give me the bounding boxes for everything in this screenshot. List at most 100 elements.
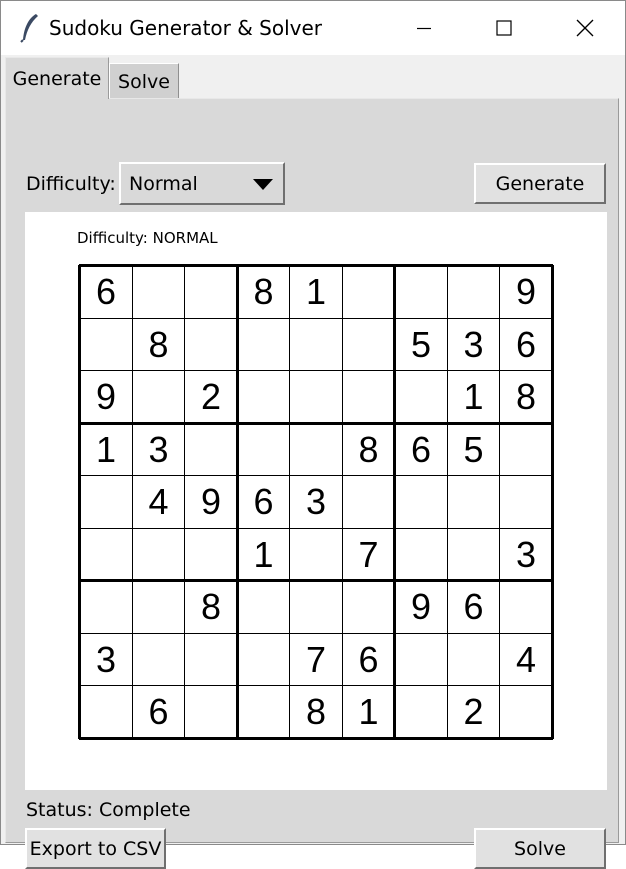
sudoku-cell[interactable]: 3 <box>80 634 132 686</box>
sudoku-cell[interactable] <box>395 266 447 318</box>
sudoku-cell[interactable] <box>448 476 500 528</box>
generate-button[interactable]: Generate <box>474 163 606 204</box>
sudoku-cell[interactable] <box>80 686 132 738</box>
sudoku-cell[interactable]: 2 <box>185 371 237 423</box>
sudoku-cell[interactable]: 8 <box>133 319 185 371</box>
sudoku-cell[interactable] <box>185 529 237 581</box>
title-bar[interactable]: Sudoku Generator & Solver <box>1 1 625 55</box>
sudoku-cell[interactable]: 3 <box>500 529 552 581</box>
grid-line-vertical <box>551 265 554 739</box>
sudoku-cell[interactable]: 8 <box>343 424 395 476</box>
grid-line-horizontal <box>79 422 553 425</box>
sudoku-cell[interactable] <box>500 581 552 633</box>
sudoku-cell[interactable]: 6 <box>395 424 447 476</box>
sudoku-cell[interactable] <box>343 476 395 528</box>
sudoku-cell[interactable]: 4 <box>500 634 552 686</box>
sudoku-cell[interactable]: 3 <box>133 424 185 476</box>
sudoku-cell[interactable]: 5 <box>395 319 447 371</box>
sudoku-cell[interactable]: 8 <box>185 581 237 633</box>
sudoku-cell[interactable]: 4 <box>133 476 185 528</box>
export-csv-button[interactable]: Export to CSV <box>25 828 166 869</box>
sudoku-cell[interactable]: 9 <box>500 266 552 318</box>
sudoku-cell[interactable]: 6 <box>343 634 395 686</box>
sudoku-cell[interactable] <box>133 529 185 581</box>
sudoku-cell[interactable] <box>133 371 185 423</box>
sudoku-cell[interactable] <box>290 319 342 371</box>
sudoku-cell[interactable] <box>185 634 237 686</box>
sudoku-cell[interactable] <box>238 686 290 738</box>
difficulty-dropdown[interactable]: Normal <box>119 162 285 205</box>
sudoku-cell[interactable] <box>500 424 552 476</box>
sudoku-cell[interactable] <box>395 529 447 581</box>
sudoku-cell[interactable] <box>395 686 447 738</box>
sudoku-cell[interactable] <box>448 529 500 581</box>
sudoku-cell[interactable] <box>290 424 342 476</box>
sudoku-cell[interactable] <box>80 529 132 581</box>
sudoku-cell[interactable] <box>395 371 447 423</box>
sudoku-cell[interactable] <box>343 371 395 423</box>
sudoku-cell[interactable] <box>185 266 237 318</box>
puzzle-canvas: Difficulty: NORMAL 681985369218138654963… <box>25 212 607 790</box>
solve-button[interactable]: Solve <box>474 828 606 869</box>
sudoku-cell[interactable]: 6 <box>238 476 290 528</box>
sudoku-cell[interactable]: 8 <box>290 686 342 738</box>
sudoku-cell[interactable] <box>343 319 395 371</box>
sudoku-cell[interactable]: 9 <box>80 371 132 423</box>
sudoku-cell[interactable]: 1 <box>238 529 290 581</box>
sudoku-cell[interactable] <box>80 581 132 633</box>
sudoku-cell[interactable] <box>448 634 500 686</box>
sudoku-cell[interactable] <box>290 371 342 423</box>
sudoku-cell[interactable] <box>448 266 500 318</box>
sudoku-cell[interactable] <box>133 634 185 686</box>
sudoku-cell[interactable] <box>133 266 185 318</box>
sudoku-cell[interactable]: 7 <box>290 634 342 686</box>
grid-line-vertical <box>236 265 239 739</box>
sudoku-cell[interactable]: 7 <box>343 529 395 581</box>
grid-line-vertical <box>184 265 185 739</box>
grid-line-horizontal <box>79 737 553 740</box>
maximize-button[interactable] <box>465 1 543 55</box>
tab-generate[interactable]: Generate <box>5 57 109 99</box>
sudoku-cell[interactable]: 1 <box>343 686 395 738</box>
sudoku-cell[interactable] <box>395 634 447 686</box>
sudoku-cell[interactable]: 6 <box>133 686 185 738</box>
maximize-icon <box>496 20 512 36</box>
sudoku-cell[interactable]: 2 <box>448 686 500 738</box>
sudoku-cell[interactable]: 3 <box>448 319 500 371</box>
sudoku-cell[interactable] <box>290 581 342 633</box>
sudoku-cell[interactable] <box>185 319 237 371</box>
sudoku-cell[interactable] <box>80 319 132 371</box>
sudoku-cell[interactable] <box>185 424 237 476</box>
sudoku-cell[interactable] <box>343 266 395 318</box>
sudoku-cell[interactable] <box>238 581 290 633</box>
close-button[interactable] <box>546 1 624 55</box>
minimize-button[interactable] <box>385 1 463 55</box>
sudoku-cell[interactable]: 8 <box>500 371 552 423</box>
grid-line-horizontal <box>79 475 553 476</box>
sudoku-cell[interactable] <box>343 581 395 633</box>
tab-solve[interactable]: Solve <box>109 63 179 99</box>
sudoku-cell[interactable]: 6 <box>80 266 132 318</box>
sudoku-cell[interactable] <box>238 634 290 686</box>
sudoku-cell[interactable] <box>80 476 132 528</box>
sudoku-cell[interactable]: 6 <box>500 319 552 371</box>
sudoku-cell[interactable]: 1 <box>290 266 342 318</box>
sudoku-cell[interactable] <box>395 476 447 528</box>
sudoku-cell[interactable]: 9 <box>395 581 447 633</box>
sudoku-cell[interactable]: 9 <box>185 476 237 528</box>
sudoku-cell[interactable]: 1 <box>80 424 132 476</box>
sudoku-cell[interactable] <box>238 319 290 371</box>
sudoku-cell[interactable]: 5 <box>448 424 500 476</box>
sudoku-cell[interactable]: 6 <box>448 581 500 633</box>
sudoku-cell[interactable] <box>290 529 342 581</box>
sudoku-cell[interactable] <box>238 424 290 476</box>
sudoku-cell[interactable]: 8 <box>238 266 290 318</box>
sudoku-cell[interactable] <box>500 476 552 528</box>
sudoku-cell[interactable] <box>238 371 290 423</box>
sudoku-cell[interactable] <box>500 686 552 738</box>
sudoku-cell[interactable] <box>133 581 185 633</box>
grid-line-horizontal <box>79 318 553 319</box>
sudoku-cell[interactable]: 3 <box>290 476 342 528</box>
sudoku-cell[interactable] <box>185 686 237 738</box>
sudoku-cell[interactable]: 1 <box>448 371 500 423</box>
